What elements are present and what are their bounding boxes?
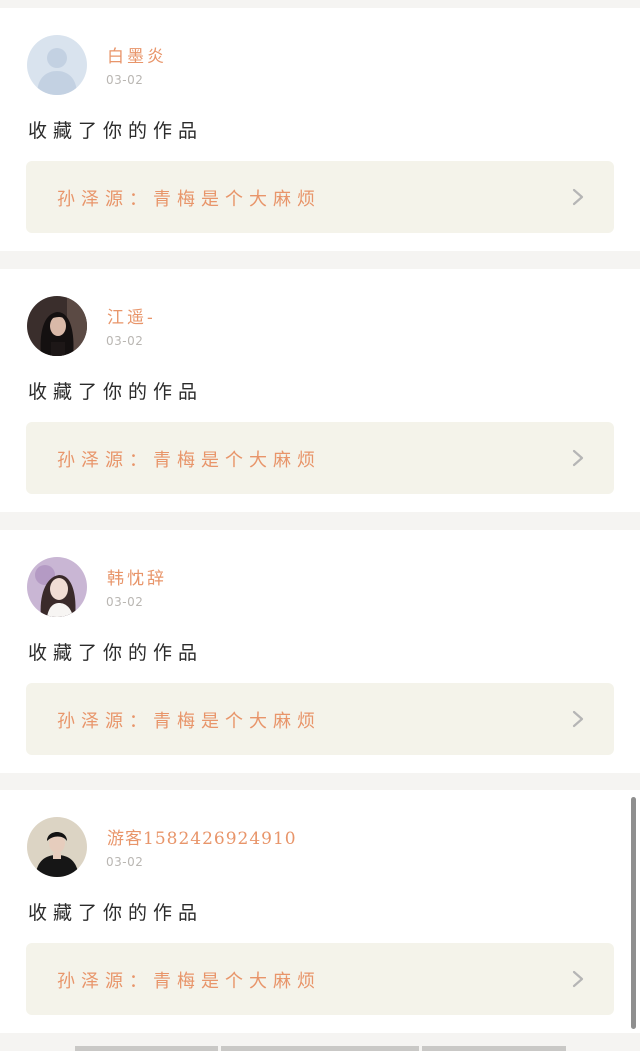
scrollbar[interactable] [631,797,636,1029]
action-text: 收藏了你的作品 [28,120,204,142]
user-photo-icon [27,557,87,617]
username[interactable]: 江遥- [107,303,156,328]
work-link-button[interactable]: 孙泽源：青梅是个大麻烦 [26,422,614,494]
notification-card: 韩忱辞 03-02 收藏了你的作品 孙泽源：青梅是个大麻烦 [0,530,640,773]
work-link-button[interactable]: 孙泽源：青梅是个大麻烦 [26,683,614,755]
work-title: 孙泽源：青梅是个大麻烦 [57,971,321,992]
default-avatar-icon [27,35,87,95]
work-link-button[interactable]: 孙泽源：青梅是个大麻烦 [26,161,614,233]
work-title: 孙泽源：青梅是个大麻烦 [57,450,321,471]
work-title: 孙泽源：青梅是个大麻烦 [57,711,321,732]
username[interactable]: 游客1582426924910 [107,824,297,849]
tab-indicator[interactable] [422,1046,566,1051]
timestamp: 03-02 [106,855,144,869]
avatar[interactable] [27,557,87,617]
action-text: 收藏了你的作品 [28,902,204,924]
tab-indicator[interactable] [75,1046,218,1051]
timestamp: 03-02 [106,73,144,87]
username[interactable]: 白墨炎 [107,42,167,67]
user-photo-icon [27,296,87,356]
avatar[interactable] [27,296,87,356]
notification-card: 游客1582426924910 03-02 收藏了你的作品 孙泽源：青梅是个大麻… [0,790,640,1033]
chevron-right-icon [568,448,588,468]
notification-card: 江遥- 03-02 收藏了你的作品 孙泽源：青梅是个大麻烦 [0,269,640,512]
timestamp: 03-02 [106,334,144,348]
username[interactable]: 韩忱辞 [107,564,167,589]
chevron-right-icon [568,709,588,729]
timestamp: 03-02 [106,595,144,609]
work-link-button[interactable]: 孙泽源：青梅是个大麻烦 [26,943,614,1015]
bottom-tab-bar [0,1042,640,1051]
chevron-right-icon [568,187,588,207]
user-photo-icon [27,817,87,877]
notification-list: 白墨炎 03-02 收藏了你的作品 孙泽源：青梅是个大麻烦 江遥- 03-02 … [0,0,640,1051]
chevron-right-icon [568,969,588,989]
notification-card: 白墨炎 03-02 收藏了你的作品 孙泽源：青梅是个大麻烦 [0,8,640,251]
work-title: 孙泽源：青梅是个大麻烦 [57,189,321,210]
avatar[interactable] [27,35,87,95]
action-text: 收藏了你的作品 [28,381,204,403]
avatar[interactable] [27,817,87,877]
action-text: 收藏了你的作品 [28,642,204,664]
tab-indicator[interactable] [221,1046,419,1051]
